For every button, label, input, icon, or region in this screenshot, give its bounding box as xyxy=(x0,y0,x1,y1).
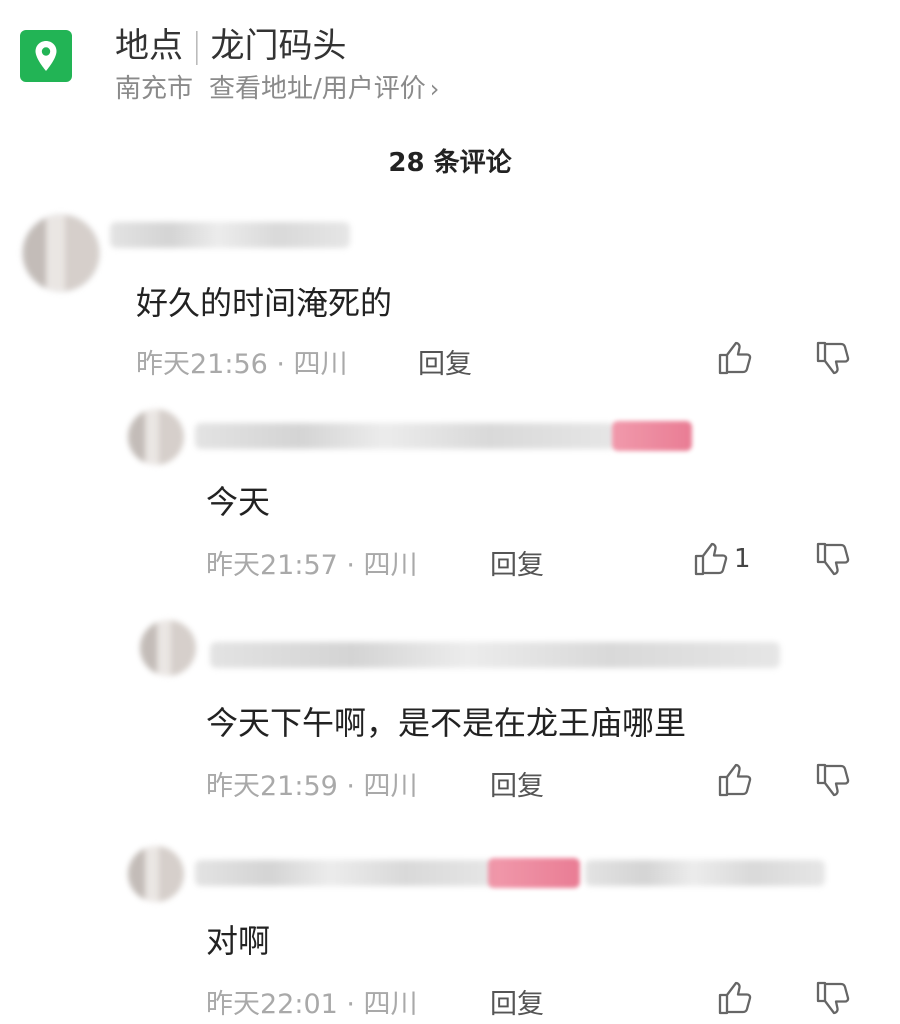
thumbs-down-icon[interactable] xyxy=(812,978,852,1018)
thumbs-down-icon[interactable] xyxy=(812,338,852,378)
comment-meta: 昨天21:56 · 四川 xyxy=(136,349,348,380)
username-blurred[interactable] xyxy=(210,642,780,668)
comment-text: 好久的时间淹死的 xyxy=(136,284,393,322)
divider: | xyxy=(191,26,203,66)
thumbs-up-icon[interactable] xyxy=(714,338,754,378)
reply-button[interactable]: 回复 xyxy=(418,342,472,381)
comment-meta: 昨天22:01 · 四川 xyxy=(206,989,418,1020)
comment-meta: 昨天21:59 · 四川 xyxy=(206,771,418,802)
username-blurred[interactable] xyxy=(195,423,615,449)
location-subtitle[interactable]: 南充市 查看地址/用户评价 › xyxy=(115,68,439,105)
reply-item: 今天 昨天21:57 · 四川 回复 1 xyxy=(0,395,900,600)
thumbs-up-icon[interactable] xyxy=(714,760,754,800)
reply-item: 对啊 昨天22:01 · 四川 回复 xyxy=(0,836,900,1024)
comment-text: 今天下午啊，是不是在龙王庙哪里 xyxy=(206,704,687,742)
author-badge-blurred xyxy=(612,421,692,451)
username-blurred-tail xyxy=(585,860,825,886)
username-blurred[interactable] xyxy=(195,860,495,886)
avatar[interactable] xyxy=(128,846,184,902)
thumbs-up-icon[interactable] xyxy=(714,978,754,1018)
location-pin-icon xyxy=(20,30,72,82)
location-label: 地点 xyxy=(115,26,183,66)
reply-button[interactable]: 回复 xyxy=(490,982,544,1021)
chevron-right-icon: › xyxy=(429,75,440,103)
thumbs-down-icon[interactable] xyxy=(812,539,852,579)
location-title: 地点 | 龙门码头 xyxy=(115,18,346,67)
view-address-link[interactable]: 查看地址/用户评价 xyxy=(209,74,426,104)
comment-text: 今天 xyxy=(206,483,271,521)
avatar[interactable] xyxy=(22,214,100,292)
reply-item: 今天下午啊，是不是在龙王庙哪里 昨天21:59 · 四川 回复 xyxy=(0,612,900,822)
comment-item: 好久的时间淹死的 昨天21:56 · 四川 回复 xyxy=(0,200,900,390)
reply-button[interactable]: 回复 xyxy=(490,764,544,803)
like-count: 1 xyxy=(734,544,751,574)
location-header[interactable]: 地点 | 龙门码头 南充市 查看地址/用户评价 › xyxy=(0,0,900,120)
username-blurred[interactable] xyxy=(110,222,350,248)
reply-button[interactable]: 回复 xyxy=(490,543,544,582)
thumbs-down-icon[interactable] xyxy=(812,760,852,800)
thumbs-up-icon[interactable] xyxy=(690,539,730,579)
avatar[interactable] xyxy=(128,409,184,465)
comment-count: 28 条评论 xyxy=(388,148,512,178)
avatar[interactable] xyxy=(140,620,196,676)
location-place: 龙门码头 xyxy=(210,26,347,66)
location-city: 南充市 xyxy=(115,74,194,104)
comment-text: 对啊 xyxy=(206,922,271,960)
author-badge-blurred xyxy=(488,858,580,888)
comment-meta: 昨天21:57 · 四川 xyxy=(206,550,418,581)
